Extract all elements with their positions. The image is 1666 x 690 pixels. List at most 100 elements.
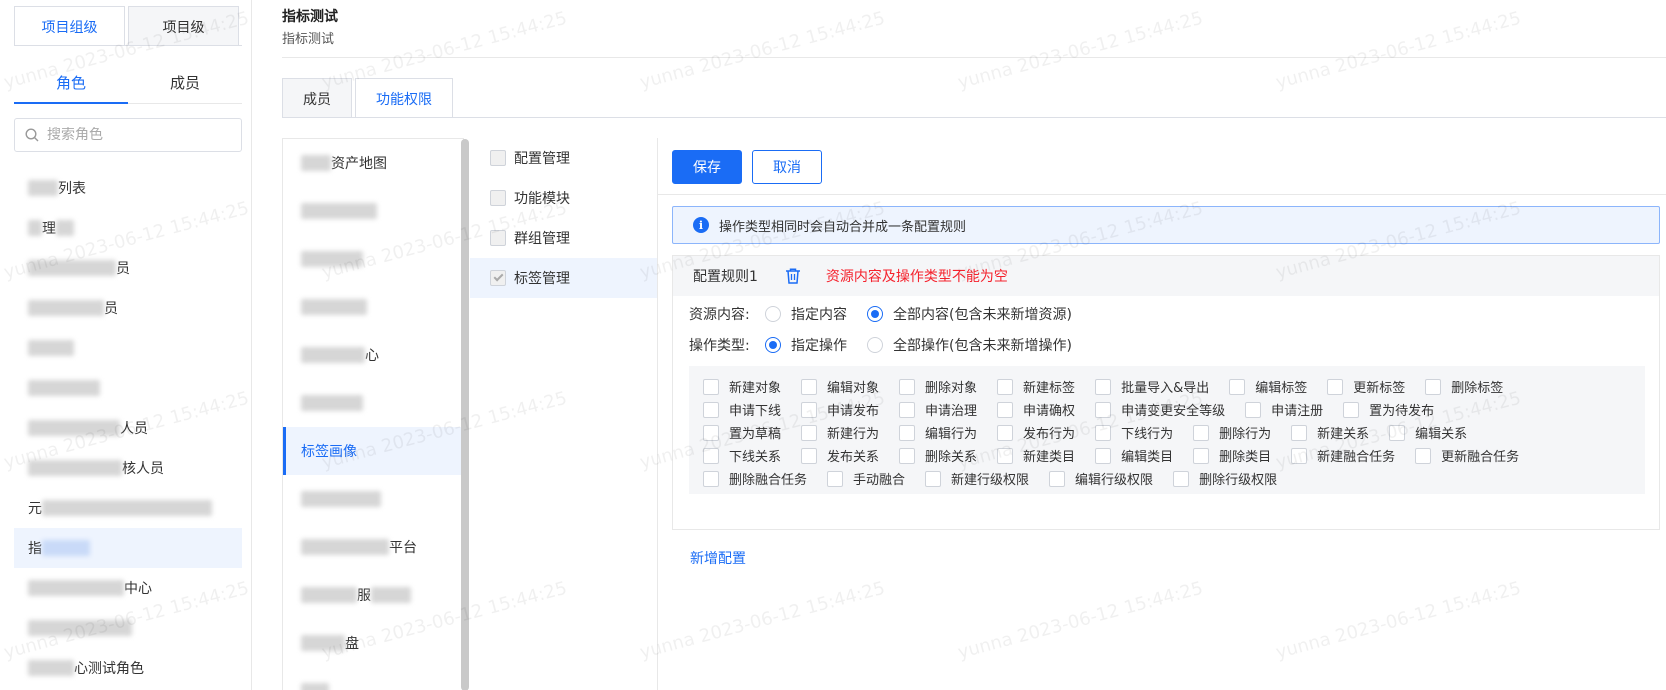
radio-button-selected[interactable] [765,337,781,353]
module-item-tag[interactable]: 标签管理 [470,258,657,298]
operation-checkbox[interactable] [997,401,1014,418]
operation-option[interactable]: 发布行为 [997,423,1075,442]
save-button[interactable]: 保存 [672,150,742,184]
operation-checkbox[interactable] [997,378,1014,395]
operation-option[interactable]: 更新标签 [1327,377,1405,396]
operation-option[interactable]: 删除关系 [899,446,977,465]
tab-project-group[interactable]: 项目组级 [14,6,125,46]
operation-option[interactable]: 批量导入&导出 [1095,377,1209,396]
operation-checkbox[interactable] [1095,424,1112,441]
resource-item[interactable] [283,235,463,283]
operation-checkbox[interactable] [997,424,1014,441]
role-item[interactable]: 列表 [14,168,242,208]
resource-item[interactable]: 平台 [283,523,463,571]
trash-icon[interactable] [784,267,802,285]
operation-checkbox[interactable] [899,424,916,441]
role-item[interactable]: 理 [14,208,242,248]
operation-checkbox[interactable] [703,447,719,464]
operation-checkbox[interactable] [1291,424,1308,441]
operation-checkbox[interactable] [1415,447,1432,464]
add-config-link[interactable]: 新增配置 [690,548,746,568]
operation-checkbox[interactable] [801,424,818,441]
operation-option[interactable]: 删除对象 [899,377,977,396]
operation-checkbox[interactable] [899,447,916,464]
operation-checkbox[interactable] [1193,447,1210,464]
operation-option[interactable]: 编辑类目 [1095,446,1173,465]
tab-roles[interactable]: 角色 [14,62,128,104]
operation-option[interactable]: 新建标签 [997,377,1075,396]
resource-item-selected[interactable]: 标签画像 [283,427,463,475]
operation-checkbox[interactable] [1229,378,1246,395]
radio-button[interactable] [867,337,883,353]
operation-checkbox[interactable] [899,378,916,395]
role-item[interactable] [14,608,242,648]
operation-option[interactable]: 下线行为 [1095,423,1173,442]
operation-checkbox[interactable] [1095,378,1112,395]
operation-checkbox[interactable] [1095,447,1112,464]
module-checkbox[interactable] [490,230,506,246]
operation-option[interactable]: 编辑标签 [1229,377,1307,396]
radio-all-ops[interactable]: 全部操作(包含未来新增操作) [867,335,1072,355]
operation-option[interactable]: 申请下线 [703,400,781,419]
module-checkbox[interactable] [490,190,506,206]
operation-option[interactable]: 删除类目 [1193,446,1271,465]
operation-checkbox[interactable] [703,401,719,418]
resource-item[interactable] [283,283,463,331]
role-item[interactable]: 核人员 [14,448,242,488]
radio-all-content[interactable]: 全部内容(包含未来新增资源) [867,304,1072,324]
operation-checkbox[interactable] [1425,378,1442,395]
module-item-function[interactable]: 功能模块 [470,178,657,218]
operation-option[interactable]: 删除行为 [1193,423,1271,442]
operation-checkbox[interactable] [827,470,844,487]
role-item[interactable]: 员 [14,288,242,328]
role-item-selected[interactable]: 指 [14,528,242,568]
resource-item[interactable] [283,667,463,690]
operation-option[interactable]: 新建行级权限 [925,469,1029,488]
operation-checkbox[interactable] [1173,470,1190,487]
tab-members[interactable]: 成员 [128,62,242,103]
role-item[interactable]: 员 [14,248,242,288]
operation-option[interactable]: 置为待发布 [1343,400,1434,419]
operation-checkbox[interactable] [703,378,719,395]
resource-item[interactable] [283,379,463,427]
operation-option[interactable]: 申请注册 [1245,400,1323,419]
radio-button[interactable] [765,306,781,322]
module-checkbox[interactable] [490,150,506,166]
operation-checkbox[interactable] [801,447,818,464]
operation-option[interactable]: 编辑对象 [801,377,879,396]
operation-option[interactable]: 申请发布 [801,400,879,419]
operation-option[interactable]: 手动融合 [827,469,905,488]
module-item-group[interactable]: 群组管理 [470,218,657,258]
operation-checkbox[interactable] [1327,378,1344,395]
tab-project[interactable]: 项目级 [128,6,239,46]
operation-option[interactable]: 编辑行级权限 [1049,469,1153,488]
role-item[interactable] [14,368,242,408]
operation-checkbox[interactable] [703,424,719,441]
operation-checkbox[interactable] [925,470,942,487]
module-checkbox-checked[interactable] [490,270,506,286]
radio-button-selected[interactable] [867,306,883,322]
operation-option[interactable]: 发布关系 [801,446,879,465]
operation-checkbox[interactable] [1095,401,1112,418]
operation-checkbox[interactable] [1245,401,1262,418]
operation-option[interactable]: 删除行级权限 [1173,469,1277,488]
operation-checkbox[interactable] [997,447,1014,464]
module-item-config[interactable]: 配置管理 [470,138,657,178]
radio-specified-ops[interactable]: 指定操作 [765,335,847,355]
tab-members-main[interactable]: 成员 [282,78,352,118]
resource-item[interactable]: 服 [283,571,463,619]
role-item[interactable] [14,328,242,368]
operation-option[interactable]: 申请治理 [899,400,977,419]
operation-option[interactable]: 新建关系 [1291,423,1369,442]
search-input[interactable] [47,127,227,143]
operation-option[interactable]: 置为草稿 [703,423,781,442]
operation-option[interactable]: 编辑关系 [1389,423,1467,442]
tab-function-permissions[interactable]: 功能权限 [355,78,453,118]
operation-option[interactable]: 新建类目 [997,446,1075,465]
operation-option[interactable]: 编辑行为 [899,423,977,442]
cancel-button[interactable]: 取消 [752,150,822,184]
operation-option[interactable]: 新建行为 [801,423,879,442]
operation-checkbox[interactable] [1049,470,1066,487]
radio-specified-content[interactable]: 指定内容 [765,304,847,324]
operation-checkbox[interactable] [801,401,818,418]
